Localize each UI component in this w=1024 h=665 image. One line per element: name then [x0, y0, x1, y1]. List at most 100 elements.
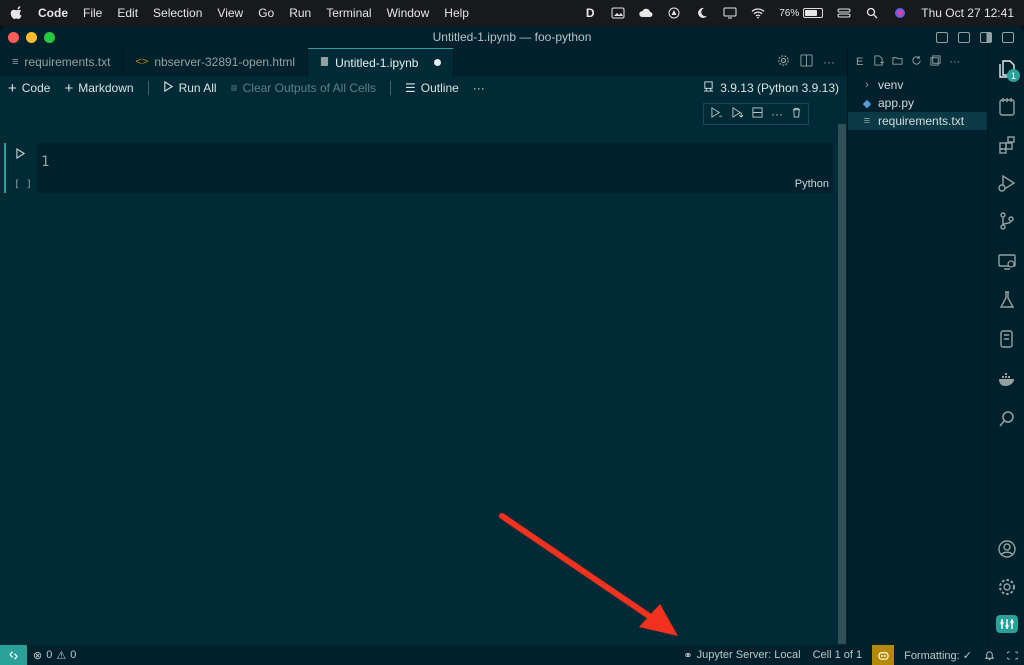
run-above-icon[interactable] [710, 107, 723, 121]
extensions-icon[interactable] [996, 134, 1018, 156]
tree-item-requirements[interactable]: ≡ requirements.txt [848, 112, 987, 130]
copilot-icon[interactable] [872, 645, 895, 665]
control-center-icon[interactable] [837, 7, 851, 19]
toggle-primary-sidebar-icon[interactable] [936, 31, 948, 43]
editor-tabs: ≡ requirements.txt <> nbserver-32891-ope… [0, 48, 847, 76]
explorer-title: E [856, 56, 864, 68]
notebook-icon[interactable] [996, 96, 1018, 118]
explorer-badge: 1 [1007, 69, 1020, 82]
error-icon: ⊗ [33, 649, 43, 662]
outline-button[interactable]: ☰ Outline [405, 81, 459, 95]
tab-nbserver-html[interactable]: <> nbserver-32891-open.html [123, 48, 309, 76]
menu-terminal[interactable]: Terminal [326, 6, 371, 20]
formatting-status[interactable]: Formatting: ✓ [898, 649, 978, 662]
menubar-clock[interactable]: Thu Oct 27 12:41 [921, 6, 1014, 20]
customize-layout-icon[interactable] [1002, 31, 1014, 43]
toolbar-divider [147, 81, 149, 95]
tab-requirements[interactable]: ≡ requirements.txt [0, 48, 124, 76]
testing-flask-icon[interactable] [996, 289, 1018, 311]
search-icon[interactable] [865, 7, 879, 19]
code-cell[interactable]: [ ] 1 Python [4, 143, 833, 193]
search-icon[interactable] [996, 408, 1018, 430]
line-number: 1 [41, 154, 50, 170]
feedback-icon[interactable] [1001, 650, 1024, 661]
run-all-button[interactable]: Run All [163, 80, 217, 95]
close-window-button[interactable] [8, 31, 19, 43]
account-icon[interactable] [996, 538, 1018, 560]
tree-item-app-py[interactable]: ◆ app.py [848, 94, 987, 112]
source-control-icon[interactable] [996, 210, 1018, 232]
clear-outputs-label: Clear Outputs of All Cells [242, 81, 377, 95]
d-app-icon[interactable]: D [583, 6, 597, 20]
tab-untitled-notebook[interactable]: Untitled-1.ipynb [308, 48, 455, 76]
menu-help[interactable]: Help [444, 6, 469, 20]
kernel-picker[interactable]: 3.9.13 (Python 3.9.13) [703, 81, 839, 95]
zoom-window-button[interactable] [44, 31, 55, 43]
menu-view[interactable]: View [217, 6, 243, 20]
trash-icon[interactable] [791, 107, 802, 121]
gear-icon[interactable] [777, 54, 790, 70]
gallery-icon[interactable] [611, 7, 625, 19]
more-actions-icon[interactable]: ··· [823, 55, 835, 69]
menu-go[interactable]: Go [258, 6, 274, 20]
run-below-icon[interactable] [731, 107, 744, 121]
add-markdown-cell-button[interactable]: + Markdown [64, 80, 133, 97]
minimize-window-button[interactable] [26, 31, 37, 43]
accounts-extension-icon[interactable] [996, 615, 1018, 633]
menu-edit[interactable]: Edit [117, 6, 138, 20]
docker-icon[interactable] [996, 368, 1018, 390]
new-folder-icon[interactable] [892, 55, 903, 69]
manage-gear-icon[interactable] [996, 576, 1018, 598]
cell-language-picker[interactable]: Python [795, 178, 829, 190]
tree-item-venv[interactable]: › venv [848, 76, 987, 94]
wifi-icon[interactable] [751, 7, 765, 19]
problems-indicator[interactable]: ⊗ 0 ⚠ 0 [27, 649, 82, 662]
clear-outputs-button[interactable]: ≡ Clear Outputs of All Cells [231, 81, 376, 95]
vpn-icon[interactable] [667, 7, 681, 19]
notebook-toolbar: + Code + Markdown Run All ≡ Clear Output… [0, 76, 847, 100]
editor-scrollbar[interactable] [838, 124, 846, 644]
macos-menubar: Code File Edit Selection View Go Run Ter… [0, 0, 1024, 26]
refresh-icon[interactable] [911, 55, 922, 69]
explorer-more-icon[interactable]: ··· [949, 56, 960, 68]
activity-bar: 1 [987, 48, 1024, 645]
cell-position[interactable]: Cell 1 of 1 [807, 649, 869, 661]
add-code-cell-button[interactable]: + Code [8, 80, 50, 97]
status-right: ⚭ Jupyter Server: Local Cell 1 of 1 Form… [677, 645, 1024, 665]
run-debug-icon[interactable] [996, 172, 1018, 194]
more-cell-actions-icon[interactable]: ··· [771, 107, 783, 121]
python-icon: ◆ [862, 97, 872, 110]
menu-run[interactable]: Run [289, 6, 311, 20]
collapse-all-icon[interactable] [930, 55, 941, 69]
menu-selection[interactable]: Selection [153, 6, 202, 20]
unsaved-dot-icon[interactable] [434, 59, 442, 66]
toolbar-more-button[interactable]: ··· [473, 81, 485, 95]
jupyter-server-status[interactable]: ⚭ Jupyter Server: Local [677, 649, 806, 662]
kernel-label: 3.9.13 (Python 3.9.13) [720, 81, 839, 95]
remote-explorer-icon[interactable] [996, 251, 1018, 273]
clear-all-icon: ≡ [230, 81, 238, 95]
toggle-secondary-sidebar-icon[interactable] [980, 31, 992, 43]
apple-icon[interactable] [10, 6, 24, 20]
run-all-label: Run All [178, 81, 217, 95]
split-editor-icon[interactable] [800, 54, 813, 70]
menu-file[interactable]: File [83, 6, 102, 20]
menu-app-name[interactable]: Code [38, 6, 68, 20]
explorer-files-icon[interactable]: 1 [996, 58, 1020, 82]
jupyter-variables-icon[interactable] [996, 328, 1018, 350]
battery-status[interactable]: 76% [779, 8, 824, 19]
moon-icon[interactable] [695, 7, 709, 19]
remote-indicator-icon[interactable] [0, 645, 27, 665]
toggle-panel-icon[interactable] [958, 31, 970, 43]
siri-icon[interactable] [893, 7, 907, 19]
notifications-bell-icon[interactable] [978, 650, 1001, 661]
html-icon: <> [135, 56, 149, 68]
display-icon[interactable] [723, 7, 737, 19]
cloud-icon[interactable] [639, 7, 653, 19]
new-file-icon[interactable] [873, 55, 885, 69]
cell-editor[interactable] [37, 143, 833, 193]
tree-item-label: requirements.txt [878, 114, 965, 128]
split-cell-icon[interactable] [752, 107, 763, 121]
run-cell-icon[interactable] [16, 148, 26, 162]
menu-window[interactable]: Window [387, 6, 430, 20]
